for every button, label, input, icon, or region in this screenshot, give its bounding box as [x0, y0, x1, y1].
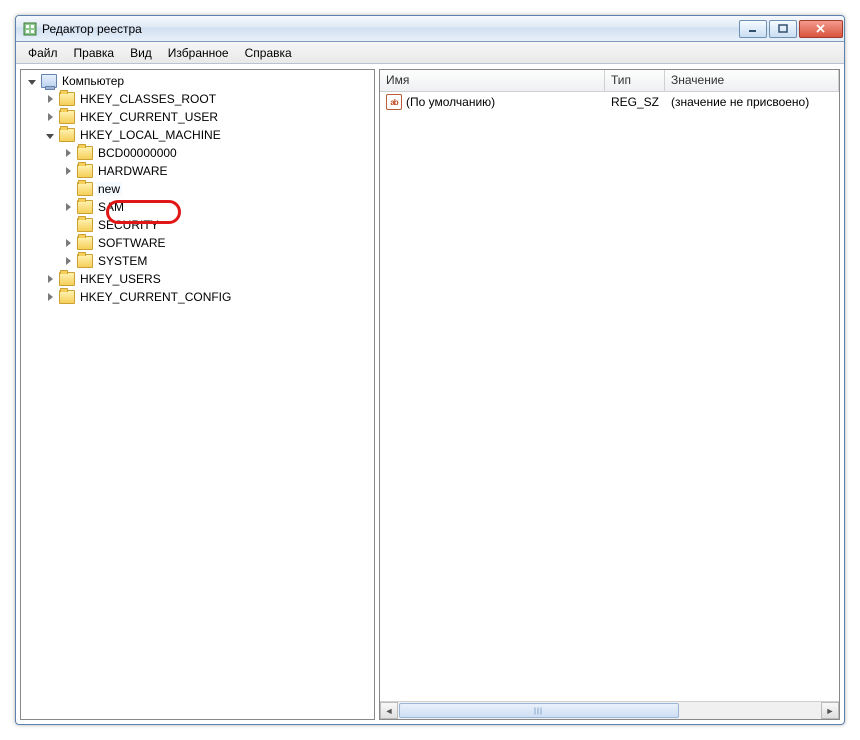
- tree-node-hkcc[interactable]: HKEY_CURRENT_CONFIG: [23, 288, 372, 306]
- expand-toggle-icon[interactable]: [45, 274, 55, 284]
- folder-icon: [59, 272, 75, 286]
- computer-icon: [41, 74, 57, 88]
- tree-node-new[interactable]: new: [23, 180, 372, 198]
- list-body[interactable]: ab (По умолчанию) REG_SZ (значение не пр…: [380, 92, 839, 701]
- tree-node-bcd[interactable]: BCD00000000: [23, 144, 372, 162]
- value-data: (значение не присвоено): [665, 95, 839, 109]
- string-value-icon: ab: [386, 94, 402, 110]
- scroll-thumb[interactable]: [399, 703, 679, 718]
- tree-label: HKEY_LOCAL_MACHINE: [78, 128, 223, 142]
- folder-icon: [77, 200, 93, 214]
- tree-label: SOFTWARE: [96, 236, 168, 250]
- expand-toggle-icon[interactable]: [45, 292, 55, 302]
- list-header: Имя Тип Значение: [380, 70, 839, 92]
- tree-label: SECURITY: [96, 218, 161, 232]
- list-row-default[interactable]: ab (По умолчанию) REG_SZ (значение не пр…: [380, 92, 839, 112]
- tree-label: new: [96, 182, 122, 196]
- tree-node-hklm[interactable]: HKEY_LOCAL_MACHINE: [23, 126, 372, 144]
- registry-tree[interactable]: Компьютер HKEY_CLASSES_ROOT HKEY_CURRENT…: [20, 69, 375, 720]
- col-header-value[interactable]: Значение: [665, 70, 839, 91]
- tree-node-root[interactable]: Компьютер: [23, 72, 372, 90]
- scroll-left-button[interactable]: ◄: [380, 702, 398, 719]
- tree-label: Компьютер: [60, 74, 126, 88]
- tree-label: HKEY_USERS: [78, 272, 163, 286]
- menu-help[interactable]: Справка: [237, 44, 300, 62]
- expand-toggle-icon[interactable]: [45, 132, 55, 142]
- client-area: Компьютер HKEY_CLASSES_ROOT HKEY_CURRENT…: [16, 64, 844, 724]
- tree-node-hku[interactable]: HKEY_USERS: [23, 270, 372, 288]
- col-header-name[interactable]: Имя: [380, 70, 605, 91]
- close-button[interactable]: [799, 20, 843, 38]
- tree-label: HKEY_CLASSES_ROOT: [78, 92, 218, 106]
- title-bar[interactable]: Редактор реестра: [16, 16, 844, 42]
- maximize-button[interactable]: [769, 20, 797, 38]
- expand-toggle-icon[interactable]: [45, 94, 55, 104]
- expand-toggle-icon[interactable]: [63, 148, 73, 158]
- folder-icon: [59, 110, 75, 124]
- menu-edit[interactable]: Правка: [66, 44, 123, 62]
- folder-icon: [77, 182, 93, 196]
- expand-toggle-icon[interactable]: [63, 202, 73, 212]
- expand-toggle-icon[interactable]: [63, 256, 73, 266]
- folder-icon: [77, 146, 93, 160]
- expand-toggle-icon[interactable]: [45, 112, 55, 122]
- folder-icon: [77, 218, 93, 232]
- col-header-type[interactable]: Тип: [605, 70, 665, 91]
- tree-label: HARDWARE: [96, 164, 170, 178]
- window-title: Редактор реестра: [42, 22, 142, 36]
- app-icon: [22, 21, 38, 37]
- tree-label: SAM: [96, 200, 126, 214]
- menu-favorites[interactable]: Избранное: [160, 44, 237, 62]
- tree-label: BCD00000000: [96, 146, 179, 160]
- tree-node-sam[interactable]: SAM: [23, 198, 372, 216]
- scroll-right-button[interactable]: ►: [821, 702, 839, 719]
- tree-node-security[interactable]: SECURITY: [23, 216, 372, 234]
- value-name: (По умолчанию): [406, 95, 495, 109]
- tree-label: SYSTEM: [96, 254, 149, 268]
- menu-file[interactable]: Файл: [20, 44, 66, 62]
- tree-node-hardware[interactable]: HARDWARE: [23, 162, 372, 180]
- expand-toggle-icon[interactable]: [63, 166, 73, 176]
- tree-node-software[interactable]: SOFTWARE: [23, 234, 372, 252]
- menu-bar: Файл Правка Вид Избранное Справка: [16, 42, 844, 64]
- tree-node-hkcr[interactable]: HKEY_CLASSES_ROOT: [23, 90, 372, 108]
- menu-view[interactable]: Вид: [122, 44, 160, 62]
- folder-icon: [59, 128, 75, 142]
- folder-icon: [77, 164, 93, 178]
- expand-toggle-icon[interactable]: [63, 238, 73, 248]
- minimize-button[interactable]: [739, 20, 767, 38]
- folder-icon: [77, 254, 93, 268]
- folder-icon: [77, 236, 93, 250]
- registry-editor-window: Редактор реестра Файл Правка Вид Избранн…: [15, 15, 845, 725]
- tree-node-system[interactable]: SYSTEM: [23, 252, 372, 270]
- expand-toggle-icon[interactable]: [27, 78, 37, 88]
- horizontal-scrollbar[interactable]: ◄ ►: [380, 701, 839, 719]
- folder-icon: [59, 290, 75, 304]
- value-list: Имя Тип Значение ab (По умолчанию) REG_S…: [379, 69, 840, 720]
- tree-label: HKEY_CURRENT_CONFIG: [78, 290, 233, 304]
- value-type: REG_SZ: [605, 95, 665, 109]
- folder-icon: [59, 92, 75, 106]
- tree-label: HKEY_CURRENT_USER: [78, 110, 220, 124]
- tree-node-hkcu[interactable]: HKEY_CURRENT_USER: [23, 108, 372, 126]
